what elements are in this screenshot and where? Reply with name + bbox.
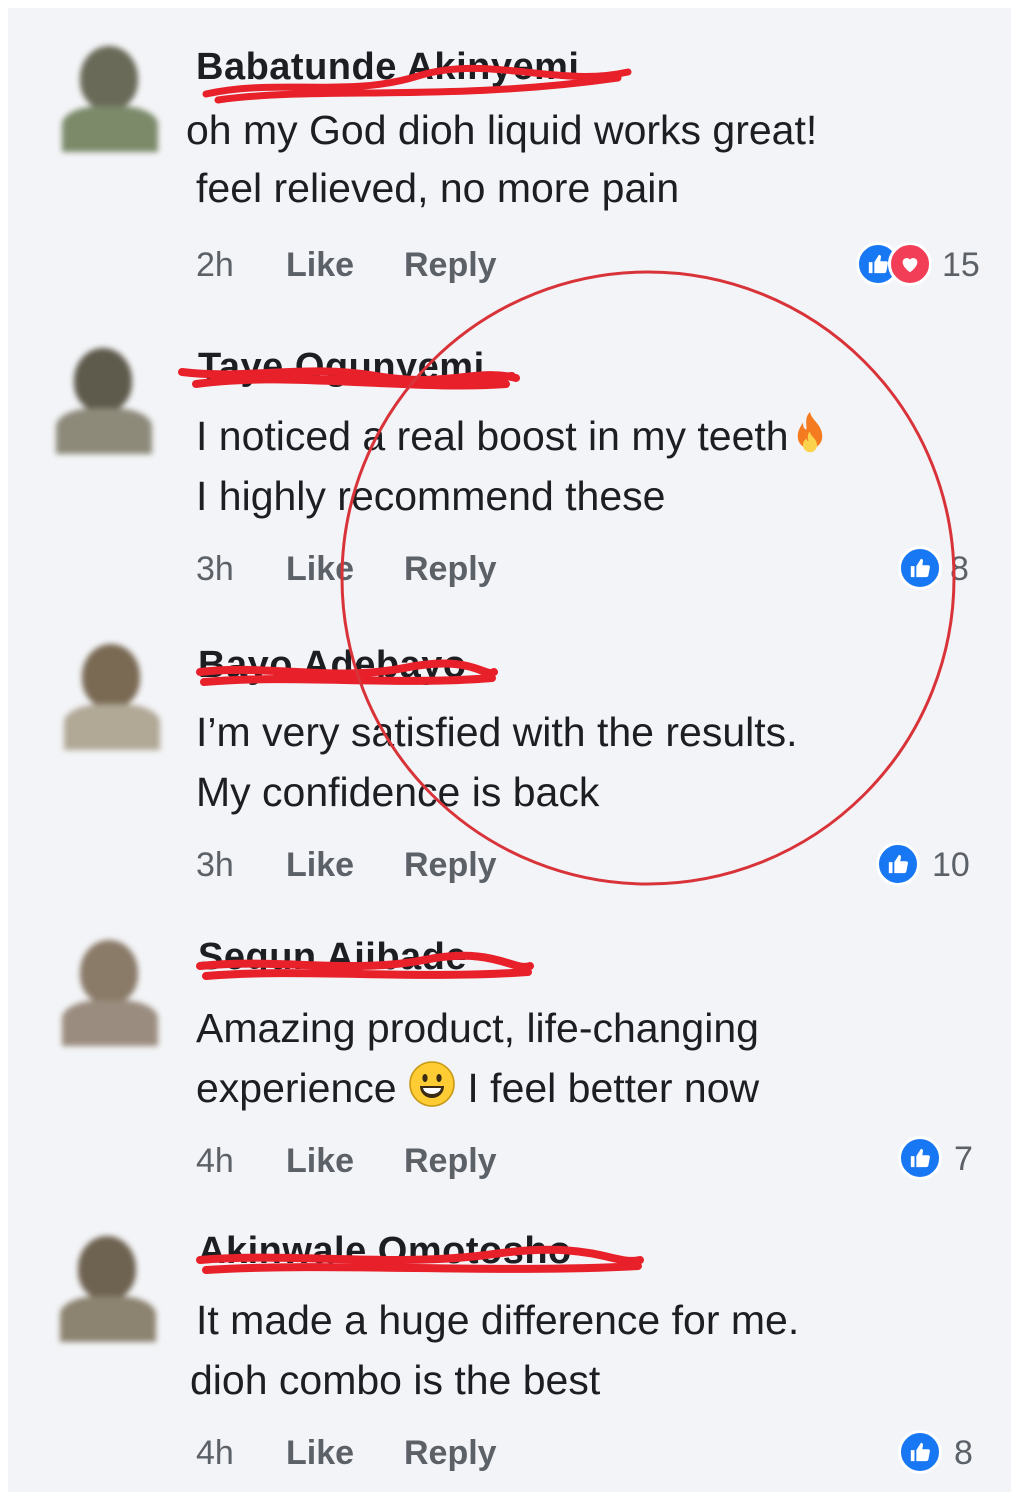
comment-item: Segun Ajibade Amazing product, life-chan…: [8, 896, 1011, 1192]
comment-text-line: I highly recommend these: [196, 473, 666, 519]
reaction-count: 10: [932, 846, 970, 884]
thumbs-up-icon: [898, 1136, 942, 1180]
comment-text-line: My confidence is back: [196, 769, 600, 815]
like-button[interactable]: Like: [286, 550, 354, 589]
thumbs-up-icon: [898, 546, 942, 590]
avatar[interactable]: [50, 926, 170, 1046]
reply-button[interactable]: Reply: [404, 246, 497, 285]
timestamp: 3h: [196, 846, 234, 884]
name-redaction-scribble: [196, 1245, 644, 1274]
comment-text-line: feel relieved, no more pain: [196, 165, 680, 211]
avatar[interactable]: [50, 32, 170, 152]
comment-text-line: oh my God dioh liquid works great!: [186, 107, 818, 153]
heart-icon: [888, 242, 932, 286]
thumbs-up-icon: [876, 842, 920, 886]
reply-button[interactable]: Reply: [404, 550, 497, 589]
name-redaction-scribble: [196, 951, 534, 980]
reaction-count: 7: [954, 1140, 973, 1178]
reply-button[interactable]: Reply: [404, 1434, 497, 1473]
reaction-count: 15: [942, 246, 980, 284]
comment-meta: 2h Like Reply: [196, 246, 696, 290]
comment-text-line: It made a huge difference for me.: [196, 1297, 800, 1343]
reaction-summary[interactable]: 15: [856, 242, 996, 286]
timestamp: 4h: [196, 1434, 234, 1472]
timestamp: 2h: [196, 246, 234, 284]
timestamp: 4h: [196, 1142, 234, 1180]
comment-thread: Babatunde Akinyemi oh my God dioh liquid…: [8, 8, 1011, 1492]
smiley-emoji-icon: [409, 1061, 455, 1107]
fire-emoji-icon: [797, 412, 822, 453]
comment-meta: 4h Like Reply: [196, 1142, 696, 1186]
avatar[interactable]: [48, 1222, 168, 1342]
comment-text-line: dioh combo is the best: [190, 1357, 601, 1403]
reaction-count: 8: [954, 1434, 973, 1472]
comment-text-line: Amazing product, life-changing: [196, 1005, 759, 1051]
avatar[interactable]: [44, 334, 164, 454]
like-button[interactable]: Like: [286, 1142, 354, 1181]
like-button[interactable]: Like: [286, 1434, 354, 1473]
name-redaction-scribble: [178, 367, 520, 390]
reply-button[interactable]: Reply: [404, 846, 497, 885]
reaction-summary[interactable]: 8: [898, 546, 988, 590]
comment-item: Akinwale Omotosho It made a huge differe…: [8, 1192, 1011, 1488]
comment-item: Bayo Adebayo I’m very satisfied with the…: [8, 600, 1011, 896]
comment-meta: 4h Like Reply: [196, 1434, 696, 1478]
like-button[interactable]: Like: [286, 246, 354, 285]
comment-text-line: I’m very satisfied with the results.: [196, 709, 798, 755]
comment-meta: 3h Like Reply: [196, 550, 696, 594]
comment-text-line: experience I feel better now: [196, 1058, 759, 1118]
reaction-summary[interactable]: 8: [898, 1430, 988, 1474]
reaction-summary[interactable]: 10: [876, 842, 996, 886]
comment-meta: 3h Like Reply: [196, 846, 696, 890]
reaction-count: 8: [950, 550, 969, 588]
comment-item: Babatunde Akinyemi oh my God dioh liquid…: [8, 8, 1011, 304]
comment-item: Taye Ogunyemi I noticed a real boost in …: [8, 304, 1011, 600]
avatar[interactable]: [52, 630, 172, 750]
comment-text-line: I noticed a real boost in my teeth: [196, 406, 831, 466]
reaction-summary[interactable]: 7: [898, 1136, 988, 1180]
thumbs-up-icon: [898, 1430, 942, 1474]
reply-button[interactable]: Reply: [404, 1142, 497, 1181]
like-button[interactable]: Like: [286, 846, 354, 885]
timestamp: 3h: [196, 550, 234, 588]
name-redaction-scribble: [196, 659, 498, 686]
